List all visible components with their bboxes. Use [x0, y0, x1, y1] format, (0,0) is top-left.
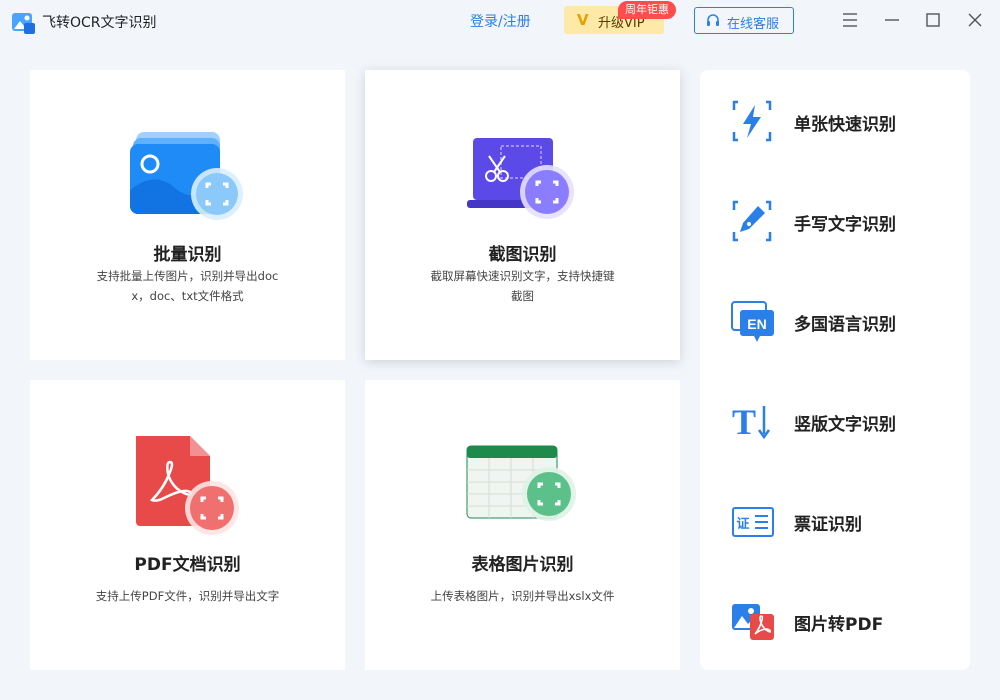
- image-to-pdf-icon: [732, 604, 774, 640]
- anniversary-badge: 周年钜惠: [618, 1, 676, 19]
- side-label-handwriting: 手写文字识别: [794, 215, 896, 235]
- pdf-file-icon: [136, 436, 239, 535]
- vertical-t-text: T: [732, 402, 756, 442]
- login-register-link[interactable]: 登录/注册: [470, 11, 531, 31]
- screenshot-desc-line1: 截取屏幕快速识别文字，支持快捷键: [430, 269, 615, 283]
- side-label-image-to-pdf: 图片转PDF: [794, 615, 884, 635]
- screenshot-recognition-card[interactable]: 截图识别 截取屏幕快速识别文字，支持快捷键 截图: [365, 70, 680, 360]
- screenshot-title: 截图识别: [488, 245, 557, 265]
- pdf-desc: 支持上传PDF文件，识别并导出文字: [95, 589, 280, 603]
- app-title: 飞转OCR文字识别: [42, 15, 157, 31]
- pen-scan-icon: [732, 200, 772, 242]
- side-label-vertical: 竖版文字识别: [794, 415, 896, 435]
- headset-icon: [707, 14, 719, 26]
- side-item-image-to-pdf[interactable]: 图片转PDF: [730, 596, 950, 646]
- spreadsheet-icon: [466, 445, 576, 521]
- side-item-vertical[interactable]: T 竖版文字识别: [730, 396, 950, 446]
- side-label-single-quick: 单张快速识别: [794, 115, 896, 135]
- pdf-recognition-card[interactable]: PDF文档识别 支持上传PDF文件，识别并导出文字: [30, 380, 345, 670]
- batch-desc-line1: 支持批量上传图片，识别并导出doc: [96, 269, 279, 283]
- table-title: 表格图片识别: [471, 555, 574, 575]
- vertical-text-icon: T: [732, 402, 771, 442]
- batch-desc: 支持批量上传图片，识别并导出doc x，doc、txt文件格式: [85, 266, 290, 306]
- menu-icon[interactable]: [840, 10, 860, 30]
- app-logo-icon: [12, 13, 35, 34]
- quick-tools-panel: 单张快速识别 手写文字识别 EN 多国语言识别 T 竖版文字识别 证 票证识别 …: [700, 70, 970, 670]
- screenshot-desc: 截取屏幕快速识别文字，支持快捷键 截图: [420, 266, 625, 306]
- table-recognition-card[interactable]: 表格图片识别 上传表格图片，识别并导出xslx文件: [365, 380, 680, 670]
- lightning-scan-icon: [732, 100, 772, 142]
- online-service-button[interactable]: 在线客服: [694, 7, 794, 34]
- certificate-icon: 证: [732, 507, 774, 537]
- en-icon-text: EN: [747, 316, 766, 332]
- close-icon[interactable]: [965, 10, 985, 30]
- maximize-icon[interactable]: [923, 10, 943, 30]
- minimize-icon[interactable]: [882, 10, 902, 30]
- side-label-certificate: 票证识别: [794, 515, 862, 535]
- title-bar: 飞转OCR文字识别 登录/注册 V 升级VIP 周年钜惠 在线客服: [0, 0, 1000, 44]
- batch-recognition-card[interactable]: 批量识别 支持批量上传图片，识别并导出doc x，doc、txt文件格式: [30, 70, 345, 360]
- table-desc: 上传表格图片，识别并导出xslx文件: [430, 589, 615, 603]
- side-item-certificate[interactable]: 证 票证识别: [730, 496, 950, 546]
- side-item-single-quick[interactable]: 单张快速识别: [730, 96, 950, 146]
- language-en-icon: EN: [731, 301, 774, 342]
- side-label-multilingual: 多国语言识别: [794, 315, 896, 335]
- screenshot-desc-line2: 截图: [511, 289, 534, 303]
- batch-title: 批量识别: [153, 245, 222, 265]
- pdf-title: PDF文档识别: [134, 555, 241, 575]
- certificate-icon-text: 证: [736, 517, 749, 532]
- batch-images-icon: [130, 132, 243, 220]
- side-item-multilingual[interactable]: EN 多国语言识别: [730, 296, 950, 346]
- screenshot-scissors-icon: [467, 138, 574, 219]
- online-service-label: 在线客服: [727, 17, 780, 32]
- side-item-handwriting[interactable]: 手写文字识别: [730, 196, 950, 246]
- batch-desc-line2: x，doc、txt文件格式: [131, 289, 244, 303]
- vip-v-icon: V: [577, 11, 589, 29]
